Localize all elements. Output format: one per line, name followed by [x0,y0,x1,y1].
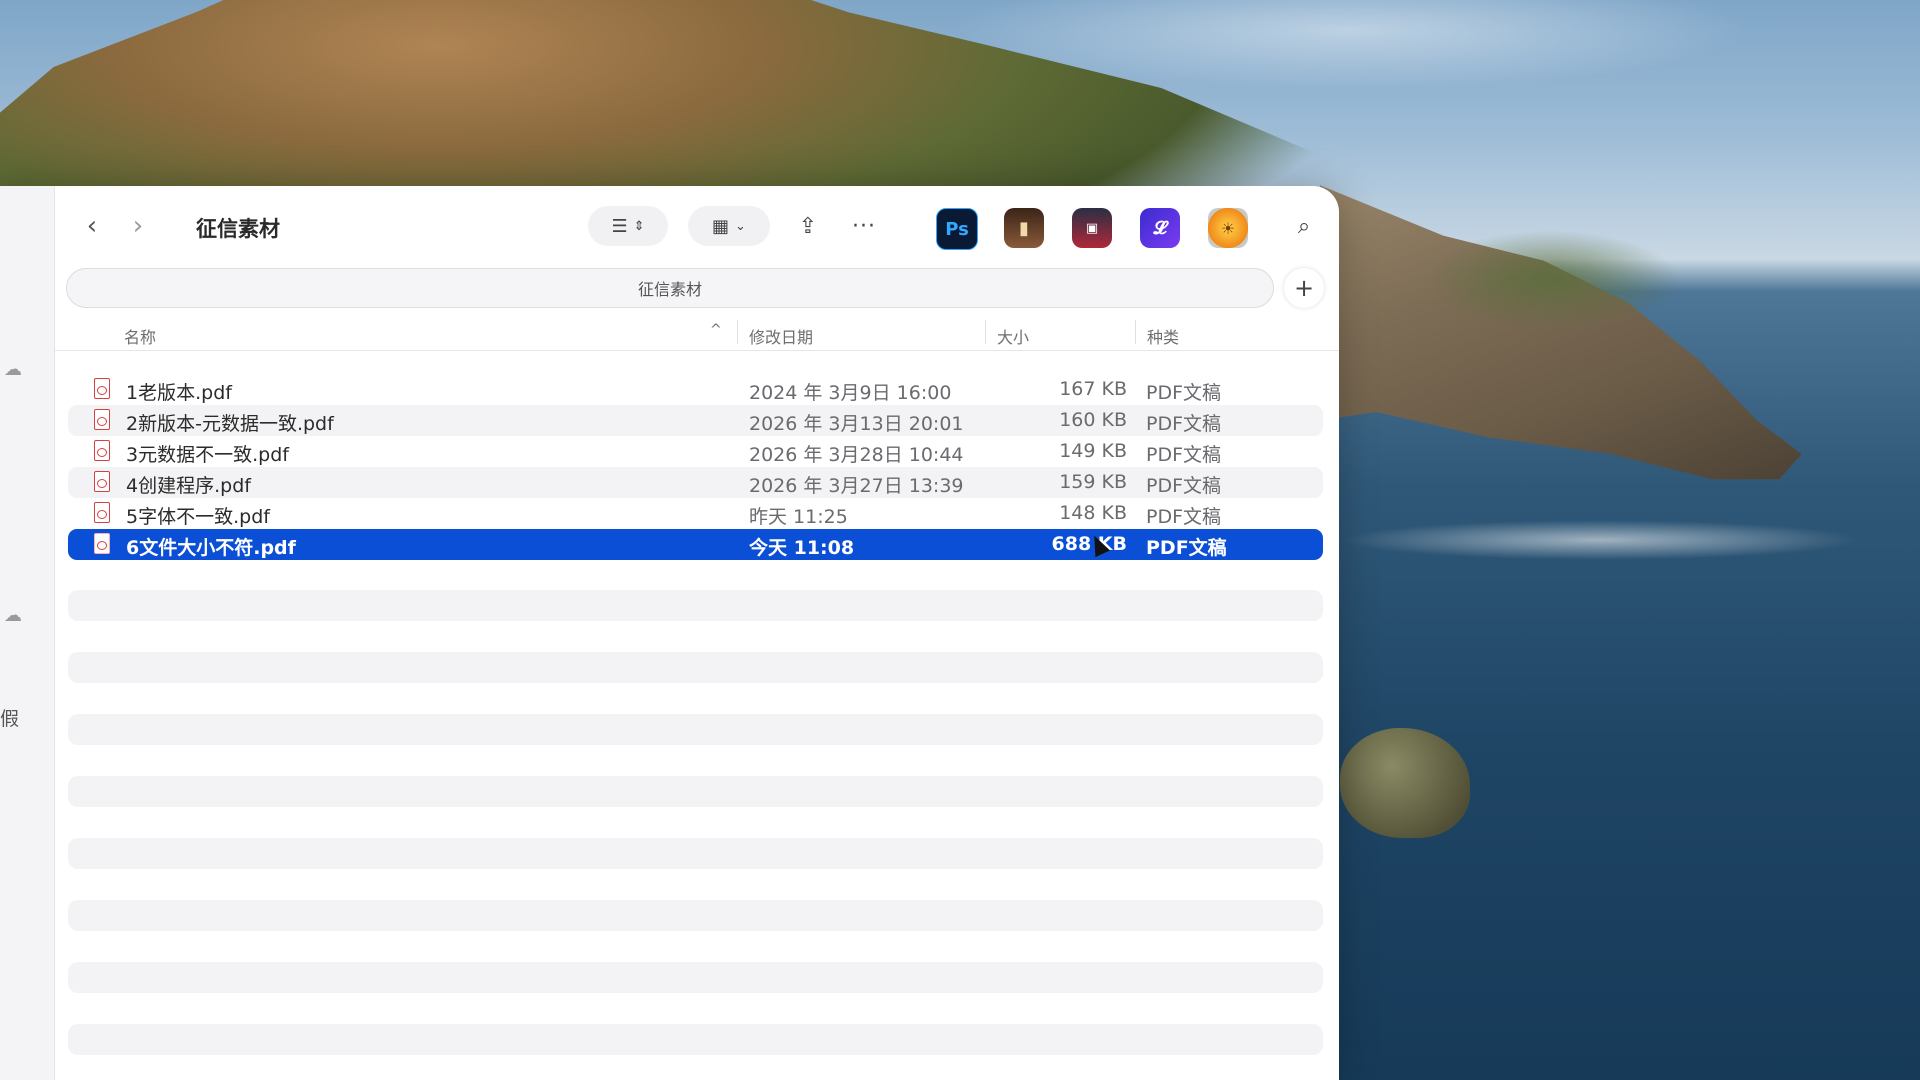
wallpaper-vegetation [1420,230,1680,330]
column-header: 名称 ^ 修改日期 大小 种类 [54,314,1339,351]
file-modified: 2024 年 3月9日 16:00 [749,382,952,404]
pdf-file-icon [94,440,110,461]
search-icon[interactable]: ⌕ [1284,206,1324,246]
icloud-icon[interactable]: ☁ [0,602,26,628]
file-row[interactable]: 4创建程序.pdf 2026 年 3月27日 13:39 159 KB PDF文… [68,467,1323,498]
file-kind: PDF文稿 [1146,413,1222,435]
file-modified: 2026 年 3月13日 20:01 [749,413,964,435]
empty-row-stripe [68,714,1323,745]
app-icon-5[interactable]: ☀ [1208,208,1248,248]
empty-row-stripe [68,838,1323,869]
sidebar: ☁ ☁ 假 [0,186,55,1080]
ellipsis-icon[interactable]: ··· [840,206,888,246]
file-size: 149 KB [1059,440,1127,462]
sidebar-item-label[interactable]: 假 [0,704,19,731]
tab-bar[interactable]: 征信素材 [66,268,1274,308]
column-kind-header[interactable]: 种类 [1147,324,1179,348]
app-icon-4[interactable]: 𝓛 [1140,208,1180,248]
tab-label: 征信素材 [637,280,702,299]
photoshop-app-icon[interactable]: Ps [936,208,978,250]
column-divider[interactable] [1135,320,1136,344]
empty-row-stripe [68,652,1323,683]
finder-window: ☁ ☁ 假 ‹ › 征信素材 ☰ ⇕ ▦ ⌄ ⇪ ··· Ps ▮ ▣ 𝓛 ☀ … [0,186,1339,1080]
pdf-file-icon [94,409,110,430]
file-kind: PDF文稿 [1146,444,1222,466]
view-options-button[interactable]: ☰ ⇕ [588,206,668,246]
file-kind: PDF文稿 [1146,537,1227,559]
pdf-file-icon [94,502,110,523]
file-row-selected[interactable]: 6文件大小不符.pdf 今天 11:08 688 KB PDF文稿 [68,529,1323,560]
wallpaper-cliff [1320,185,1802,480]
add-tab-button[interactable]: + [1284,268,1324,308]
app-icon-3[interactable]: ▣ [1072,208,1112,248]
column-modified-header[interactable]: 修改日期 [749,324,813,348]
column-divider[interactable] [985,320,986,344]
file-modified: 2026 年 3月27日 13:39 [749,475,964,497]
file-row[interactable]: 1老版本.pdf 2024 年 3月9日 16:00 167 KB PDF文稿 [68,374,1323,405]
file-name: 1老版本.pdf [126,382,232,404]
file-name: 5字体不一致.pdf [126,506,270,528]
wallpaper-rock [1340,728,1470,838]
column-size-header[interactable]: 大小 [997,324,1029,348]
empty-row-stripe [68,590,1323,621]
file-size: 159 KB [1059,471,1127,493]
pdf-file-icon [94,471,110,492]
empty-row-stripe [68,962,1323,993]
chevron-right-icon[interactable]: › [120,206,156,246]
file-kind: PDF文稿 [1146,382,1222,404]
file-name: 3元数据不一致.pdf [126,444,289,466]
file-kind: PDF文稿 [1146,475,1222,497]
file-size: 160 KB [1059,409,1127,431]
file-row[interactable]: 2新版本-元数据一致.pdf 2026 年 3月13日 20:01 160 KB… [68,405,1323,436]
file-kind: PDF文稿 [1146,506,1222,528]
file-list: 1老版本.pdf 2024 年 3月9日 16:00 167 KB PDF文稿 … [68,374,1323,560]
pdf-file-icon [94,378,110,399]
file-size: 148 KB [1059,502,1127,524]
up-down-chevron-icon: ⇕ [633,218,645,234]
file-name: 4创建程序.pdf [126,475,251,497]
pdf-file-icon [94,533,110,554]
file-size: 167 KB [1059,378,1127,400]
toolbar: ‹ › 征信素材 ☰ ⇕ ▦ ⌄ ⇪ ··· Ps ▮ ▣ 𝓛 ☀ ⌕ [54,186,1339,268]
column-divider[interactable] [737,320,738,344]
chevron-left-icon[interactable]: ‹ [74,206,110,246]
icloud-icon[interactable]: ☁ [0,356,26,382]
file-modified: 2026 年 3月28日 10:44 [749,444,964,466]
wallpaper-surf [1340,520,1860,560]
app-icon-2[interactable]: ▮ [1004,208,1044,248]
window-title: 征信素材 [196,217,280,241]
file-modified: 今天 11:08 [749,537,855,559]
empty-row-stripe [68,900,1323,931]
share-icon[interactable]: ⇪ [784,206,832,246]
group-button[interactable]: ▦ ⌄ [688,206,770,246]
column-name-header[interactable]: 名称 [124,324,156,348]
file-row[interactable]: 5字体不一致.pdf 昨天 11:25 148 KB PDF文稿 [68,498,1323,529]
list-view-icon: ☰ [611,215,628,237]
empty-row-stripe [68,1024,1323,1055]
file-name: 6文件大小不符.pdf [126,537,296,559]
file-modified: 昨天 11:25 [749,506,848,528]
grid-group-icon: ▦ [712,215,730,237]
file-row[interactable]: 3元数据不一致.pdf 2026 年 3月28日 10:44 149 KB PD… [68,436,1323,467]
empty-row-stripe [68,776,1323,807]
sort-ascending-icon[interactable]: ^ [710,322,722,338]
chevron-down-icon: ⌄ [735,218,746,234]
file-name: 2新版本-元数据一致.pdf [126,413,334,435]
